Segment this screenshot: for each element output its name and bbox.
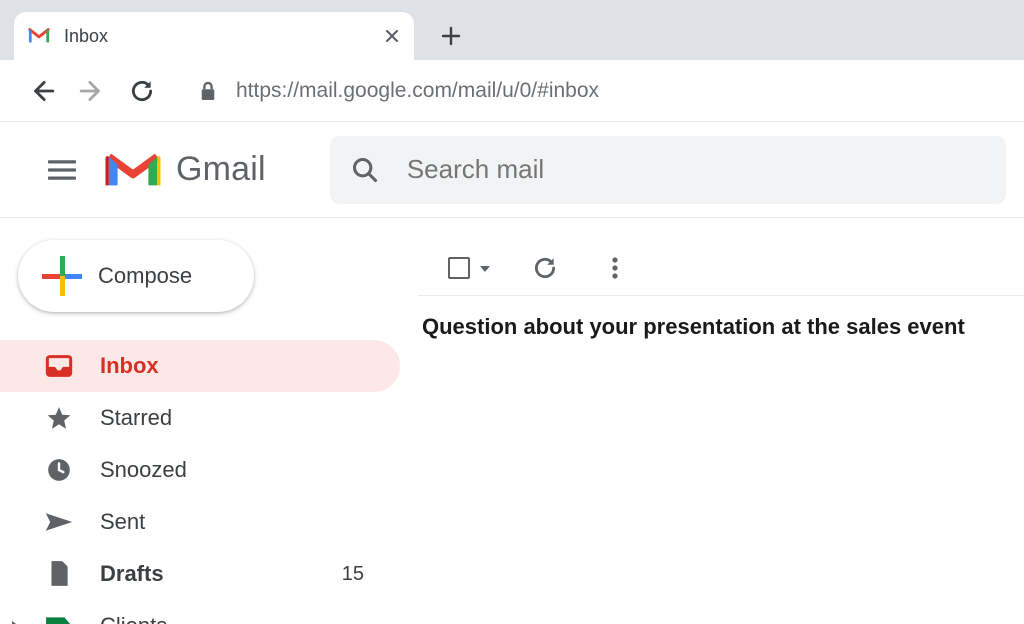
lock-icon: [198, 81, 218, 101]
back-button[interactable]: [22, 71, 62, 111]
label-icon: [40, 610, 78, 624]
drafts-count: 15: [342, 563, 364, 586]
clock-icon: [40, 454, 78, 486]
nav-clients-label[interactable]: Clients: [0, 600, 400, 624]
app-header: Gmail: [0, 122, 1024, 218]
chevron-down-icon: [480, 266, 490, 272]
nav-label: Drafts: [100, 561, 342, 587]
sidebar: Compose Inbox Starred Snoozed: [0, 218, 418, 624]
browser-tab-title: Inbox: [64, 26, 376, 47]
nav-label: Sent: [100, 509, 400, 535]
file-icon: [40, 558, 78, 590]
browser-tabstrip: Inbox: [0, 0, 1024, 60]
mail-list-toolbar: [418, 240, 1024, 296]
nav-drafts[interactable]: Drafts 15: [0, 548, 400, 600]
address-url: https://mail.google.com/mail/u/0/#inbox: [236, 79, 599, 103]
send-icon: [40, 506, 78, 538]
compose-button[interactable]: Compose: [18, 240, 254, 312]
nav-label: Starred: [100, 405, 400, 431]
nav-snoozed[interactable]: Snoozed: [0, 444, 400, 496]
checkbox-icon: [448, 257, 470, 279]
reload-button[interactable]: [122, 71, 162, 111]
more-button[interactable]: [600, 253, 630, 283]
folder-nav: Inbox Starred Snoozed Sent: [0, 340, 418, 624]
nav-sent[interactable]: Sent: [0, 496, 400, 548]
plus-icon: [441, 26, 461, 46]
select-all-dropdown[interactable]: [448, 257, 490, 279]
compose-label: Compose: [98, 263, 192, 289]
nav-label: Clients: [100, 613, 400, 624]
compose-plus-icon: [42, 256, 82, 296]
search-icon: [350, 153, 381, 187]
new-tab-button[interactable]: [428, 13, 474, 59]
main-menu-button[interactable]: [38, 146, 86, 194]
search-bar[interactable]: [330, 136, 1006, 204]
gmail-brand-text: Gmail: [176, 150, 266, 189]
browser-toolbar: https://mail.google.com/mail/u/0/#inbox: [0, 60, 1024, 122]
browser-tab-active[interactable]: Inbox: [14, 12, 414, 60]
search-input[interactable]: [405, 153, 986, 186]
nav-starred[interactable]: Starred: [0, 392, 400, 444]
email-row[interactable]: Question about your presentation at the …: [418, 296, 1024, 358]
gmail-favicon: [28, 25, 50, 47]
nav-inbox[interactable]: Inbox: [0, 340, 400, 392]
close-tab-button[interactable]: [384, 28, 400, 44]
nav-label: Snoozed: [100, 457, 400, 483]
gmail-logo[interactable]: Gmail: [102, 147, 266, 193]
refresh-button[interactable]: [530, 253, 560, 283]
gmail-m-icon: [102, 147, 164, 193]
star-icon: [40, 402, 78, 434]
expand-caret-icon[interactable]: [10, 620, 20, 624]
address-bar[interactable]: https://mail.google.com/mail/u/0/#inbox: [172, 79, 1002, 103]
nav-label: Inbox: [100, 353, 400, 379]
email-subject: Question about your presentation at the …: [422, 314, 965, 339]
mail-main: Question about your presentation at the …: [418, 218, 1024, 624]
inbox-icon: [40, 350, 78, 382]
forward-button[interactable]: [72, 71, 112, 111]
